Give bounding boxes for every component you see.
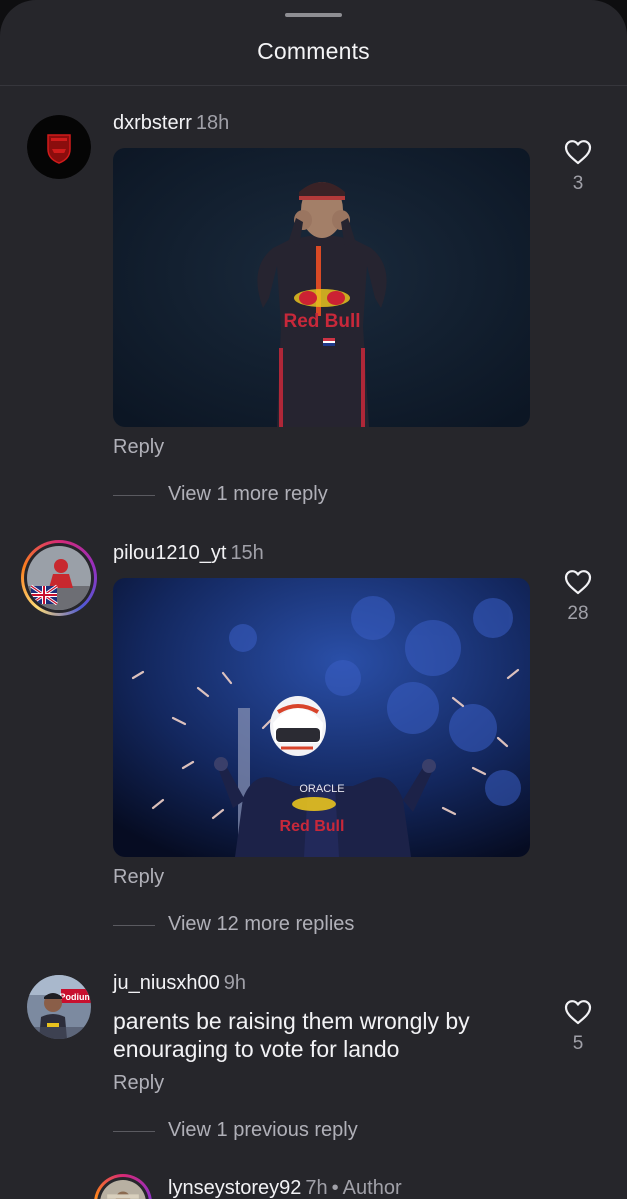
comments-sheet: Comments dxrbsterr 18h Red Bull Reply Vi… — [0, 0, 627, 1199]
reply-button[interactable]: Reply — [113, 436, 164, 459]
drag-handle[interactable] — [285, 13, 342, 17]
avatar — [27, 546, 91, 610]
jersey-text: Red Bull — [283, 311, 360, 332]
like-count: 3 — [572, 173, 584, 194]
reply-button[interactable]: Reply — [113, 1072, 164, 1095]
timestamp: 15h — [230, 542, 264, 564]
sheet-title: Comments — [257, 38, 370, 64]
jersey-text: Red Bull — [280, 818, 345, 835]
like-button[interactable]: 5 — [558, 998, 598, 1055]
comment-gif[interactable]: Red Bull — [113, 148, 530, 427]
like-button[interactable]: 28 — [558, 568, 598, 625]
thread-line — [113, 1131, 155, 1132]
avatar-story-ring[interactable] — [21, 540, 97, 616]
avatar — [100, 1180, 146, 1199]
reply-button[interactable]: Reply — [113, 866, 164, 889]
comment-meta: dxrbsterr 18h — [113, 112, 229, 135]
svg-text:Podium: Podium — [60, 992, 92, 1002]
header-divider — [0, 85, 627, 86]
avatar-story-ring[interactable] — [94, 1174, 152, 1199]
comment-gif[interactable]: ORACLE Red Bull — [113, 578, 530, 857]
thread-line — [113, 495, 155, 496]
avatar[interactable]: Podium — [27, 975, 91, 1039]
view-replies-label: View 1 previous reply — [168, 1119, 358, 1141]
heart-outline-icon — [564, 570, 592, 595]
view-replies-label: View 1 more reply — [168, 483, 328, 505]
timestamp: 18h — [195, 112, 230, 134]
sponsor-text: ORACLE — [299, 783, 344, 795]
reply-meta: lynseystorey92 7h • Author — [168, 1177, 402, 1199]
like-count: 28 — [567, 603, 589, 624]
comment-meta: ju_niusxh00 9h — [113, 972, 246, 995]
heart-outline-icon — [564, 140, 592, 165]
username[interactable]: ju_niusxh00 — [113, 972, 220, 994]
username[interactable]: dxrbsterr — [113, 112, 192, 134]
timestamp: 7h — [305, 1177, 328, 1199]
thread-line — [113, 925, 155, 926]
author-badge: Author — [342, 1177, 402, 1199]
timestamp: 9h — [223, 972, 246, 994]
like-count: 5 — [572, 1033, 584, 1054]
username[interactable]: lynseystorey92 — [168, 1177, 301, 1199]
comment-text: parents be raising them wrongly by enour… — [113, 1008, 470, 1062]
view-replies-label: View 12 more replies — [168, 913, 355, 935]
like-button[interactable]: 3 — [558, 138, 598, 195]
separator-dot: • — [331, 1177, 339, 1199]
username[interactable]: pilou1210_yt — [113, 542, 226, 564]
comment-meta: pilou1210_yt 15h — [113, 542, 264, 565]
heart-outline-icon — [564, 1000, 592, 1025]
avatar[interactable] — [27, 115, 91, 179]
